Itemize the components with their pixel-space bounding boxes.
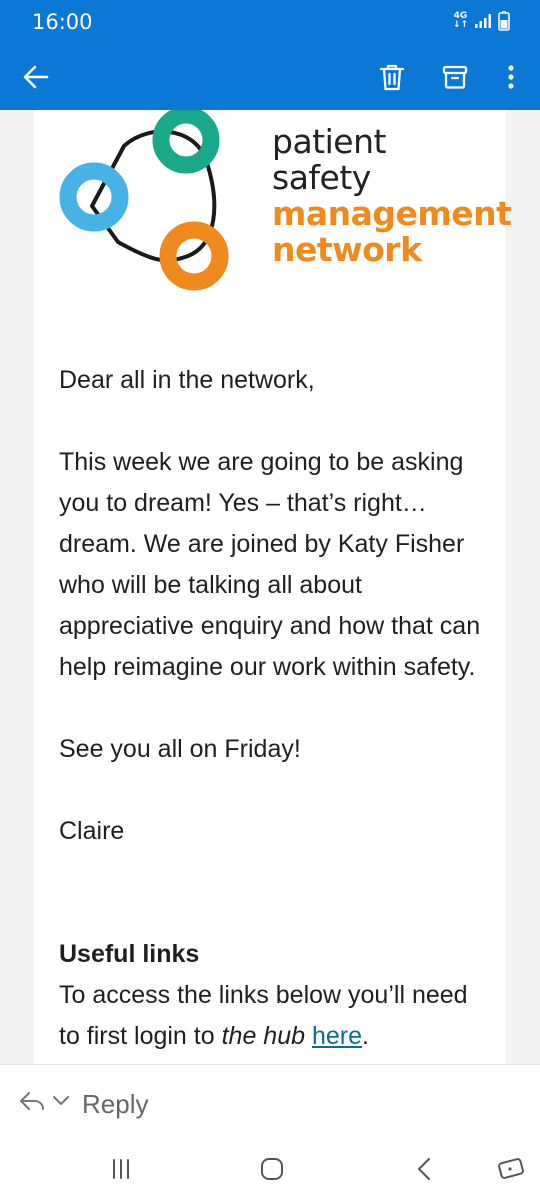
logo-line-1: patient bbox=[272, 122, 386, 161]
more-vertical-icon bbox=[508, 65, 514, 89]
signal-icon bbox=[475, 14, 491, 28]
signature: Claire bbox=[59, 817, 125, 845]
hub-text: the hub bbox=[221, 1022, 306, 1050]
status-icons: 4G ↓↑ bbox=[453, 11, 510, 31]
period: . bbox=[362, 1022, 369, 1050]
recents-icon[interactable] bbox=[108, 1156, 134, 1182]
reply-button[interactable]: Reply bbox=[82, 1089, 148, 1120]
organization-logo: patient safety management network bbox=[56, 110, 516, 295]
reply-icon[interactable] bbox=[18, 1089, 46, 1113]
archive-icon bbox=[442, 65, 468, 89]
email-body: patient safety management network Dear a… bbox=[34, 110, 512, 1064]
delete-button[interactable] bbox=[370, 55, 414, 99]
logo-wordmark: patient safety management network bbox=[272, 122, 512, 269]
logo-line-4: network bbox=[272, 230, 422, 269]
archive-button[interactable] bbox=[433, 55, 477, 99]
network-type: 4G ↓↑ bbox=[453, 12, 468, 30]
links-intro: To access the links below you’ll need to… bbox=[59, 975, 489, 1057]
network-logo-icon bbox=[59, 110, 229, 291]
more-options-button[interactable] bbox=[489, 55, 533, 99]
logo-line-3: management bbox=[272, 194, 512, 233]
rotate-icon[interactable] bbox=[496, 1156, 526, 1182]
chevron-down-icon[interactable] bbox=[52, 1095, 70, 1107]
status-bar: 16:00 4G ↓↑ bbox=[0, 0, 540, 44]
email-content-area[interactable]: patient safety management network Dear a… bbox=[0, 110, 540, 1064]
greeting: Dear all in the network, bbox=[59, 366, 315, 394]
email-text: Dear all in the network, This week we ar… bbox=[59, 360, 489, 1057]
data-arrows-icon: ↓↑ bbox=[452, 20, 468, 30]
arrow-back-icon bbox=[23, 65, 49, 89]
closing: See you all on Friday! bbox=[59, 735, 301, 763]
logo-line-2: safety bbox=[272, 158, 371, 197]
system-nav-bar bbox=[0, 1144, 540, 1200]
nav-back-icon[interactable] bbox=[412, 1156, 438, 1182]
battery-icon bbox=[498, 11, 510, 31]
reply-bar[interactable]: Reply bbox=[0, 1064, 540, 1144]
main-paragraph: This week we are going to be asking you … bbox=[59, 448, 481, 681]
useful-links-heading: Useful links bbox=[59, 940, 200, 968]
app-bar bbox=[0, 44, 540, 110]
home-icon[interactable] bbox=[259, 1156, 285, 1182]
trash-icon bbox=[379, 64, 405, 91]
status-time: 16:00 bbox=[32, 10, 93, 34]
here-link[interactable]: here bbox=[312, 1022, 362, 1050]
back-button[interactable] bbox=[14, 55, 58, 99]
